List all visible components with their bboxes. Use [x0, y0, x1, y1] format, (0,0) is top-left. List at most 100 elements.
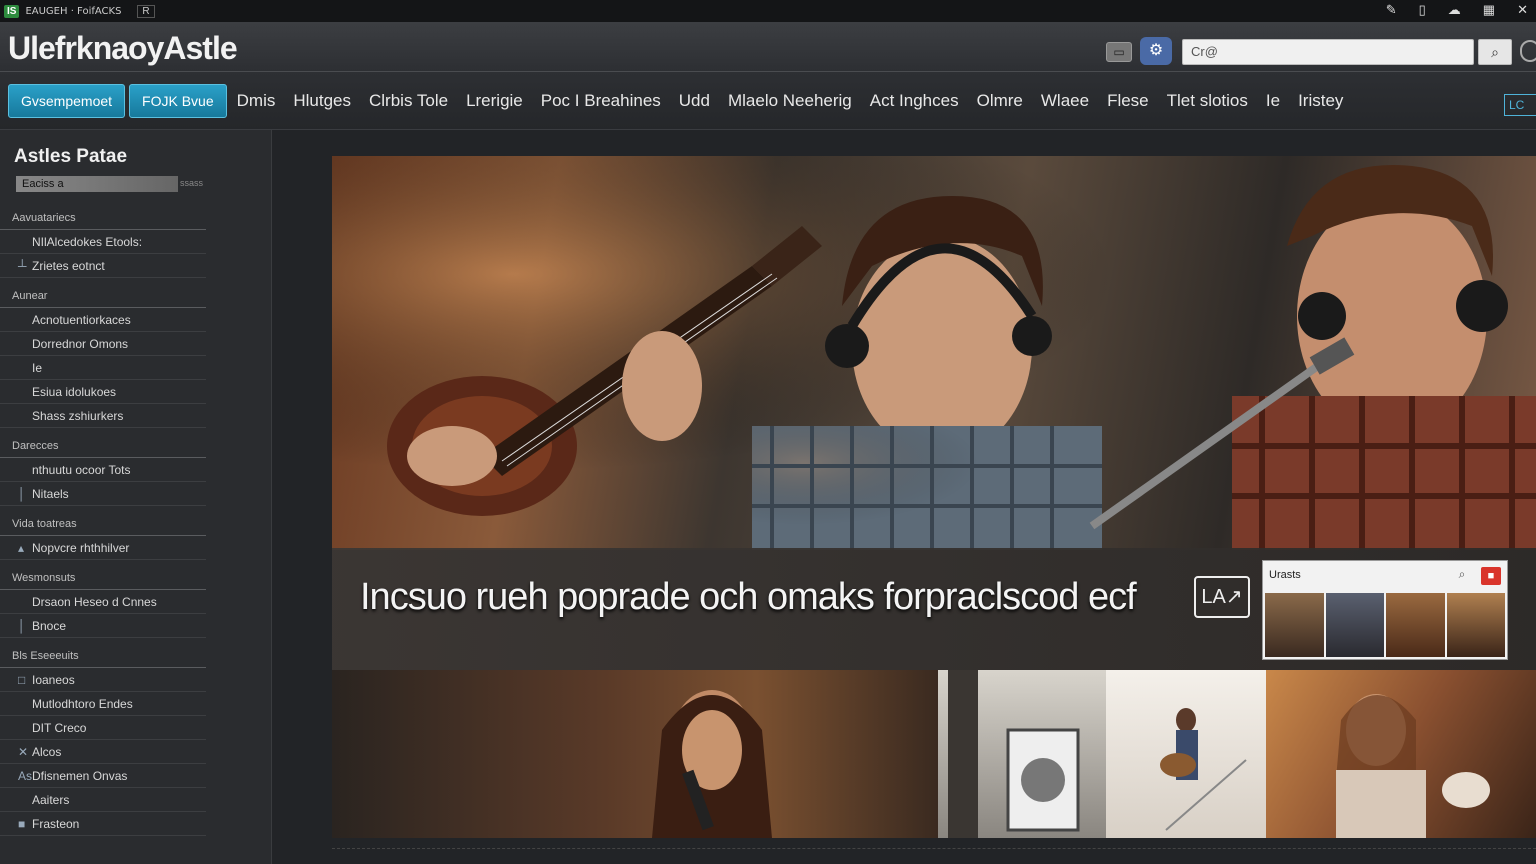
- sidebar-section-header: Darecces: [0, 434, 206, 458]
- sidebar-item[interactable]: Acnotuentiorkaces: [0, 308, 206, 332]
- sidebar-item[interactable]: │ Nitaels: [0, 482, 206, 506]
- nav-links: Dmis Hlutges Clrbis Tole Lrerigie Poc I …: [237, 91, 1362, 111]
- nav-link[interactable]: Flese: [1107, 91, 1149, 111]
- sidebar-item-label: Aunear: [12, 290, 48, 302]
- sidebar-item[interactable]: │ Bnoce: [0, 614, 206, 638]
- site-logo[interactable]: UlefrknaoyAstle: [8, 30, 238, 67]
- sidebar-section-header: Aunear: [0, 284, 206, 308]
- nav-link[interactable]: Mlaelo Neeherig: [728, 91, 852, 111]
- message-icon[interactable]: ▭: [1106, 42, 1132, 62]
- sidebar-item-label: Shass zshiurkers: [32, 409, 124, 423]
- gallery-image[interactable]: [1106, 670, 1266, 838]
- sidebar-filter-input[interactable]: Eaciss a: [16, 176, 178, 192]
- popup-thumbnails: [1265, 593, 1505, 657]
- sidebar-section-header: Wesmonsuts: [0, 566, 206, 590]
- nav-link[interactable]: Olmre: [977, 91, 1023, 111]
- tab-title[interactable]: EAUGEH · FoifACKS: [25, 6, 121, 17]
- sidebar-item[interactable]: NIlAlcedokes Etools:: [0, 230, 206, 254]
- sidebar-item[interactable]: Mutlodhtoro Endes: [0, 692, 206, 716]
- sidebar-item-label: Bnoce: [32, 619, 67, 633]
- sidebar-item-marker-icon: □: [18, 673, 26, 687]
- nav-end-button[interactable]: LC: [1504, 94, 1536, 116]
- app-badge: IS: [4, 4, 20, 18]
- sidebar-item[interactable]: DIT Creco: [0, 716, 206, 740]
- sidebar-item-label: Drsaon Heseo d Cnnes: [32, 595, 157, 609]
- hero-image[interactable]: [332, 156, 1536, 550]
- sidebar-item[interactable]: ┴ Zrietes eotnct: [0, 254, 206, 278]
- artist-popup[interactable]: Urasts ⌕ ■: [1262, 560, 1508, 660]
- sidebar: Astles Patae Eaciss a ssass Aavuatariecs…: [0, 130, 272, 864]
- sidebar-item-label: Alcos: [32, 745, 62, 759]
- chart-icon[interactable]: LA↗: [1194, 576, 1250, 618]
- sidebar-item[interactable]: ▴ Nopvcre rhthhilver: [0, 536, 206, 560]
- window-title-bar: IS EAUGEH · FoifACKS R ✎ ▯ ☁ ▦ ✕: [0, 0, 1536, 22]
- popup-close-button[interactable]: ■: [1481, 567, 1501, 585]
- nav-link[interactable]: Lrerigie: [466, 91, 523, 111]
- sidebar-item[interactable]: Drsaon Heseo d Cnnes: [0, 590, 206, 614]
- search-input[interactable]: Cr@: [1182, 39, 1474, 65]
- sidebar-item-label: Dorrednor Omons: [32, 337, 129, 351]
- cloud-icon[interactable]: ☁: [1448, 2, 1461, 18]
- sidebar-item[interactable]: Shass zshiurkers: [0, 404, 206, 428]
- nav-link[interactable]: Udd: [679, 91, 710, 111]
- lock-icon[interactable]: ▯: [1419, 2, 1426, 18]
- nav-link[interactable]: Hlutges: [293, 91, 351, 111]
- nav-link[interactable]: Tlet slotios: [1167, 91, 1248, 111]
- close-icon[interactable]: ✕: [1517, 2, 1528, 18]
- nav-link[interactable]: Iristey: [1298, 91, 1343, 111]
- main-nav: Gvsempemoet FOJK Bvue Dmis Hlutges Clrbi…: [0, 72, 1536, 130]
- window-controls: ✎ ▯ ☁ ▦ ✕: [1386, 2, 1528, 18]
- sidebar-item-marker-icon: │: [18, 619, 26, 633]
- app-icon[interactable]: ⚙: [1140, 37, 1172, 65]
- nav-primary-button[interactable]: Gvsempemoet: [8, 83, 126, 118]
- guitarist-illustration: [1160, 708, 1247, 831]
- sidebar-item-label: Darecces: [12, 440, 59, 452]
- sidebar-list: Aavuatariecs NIlAlcedokes Etools: ┴ Zrietes…: [0, 206, 260, 836]
- thumbnail[interactable]: [1386, 593, 1445, 657]
- sidebar-item-label: Aavuatariecs: [12, 212, 76, 224]
- sidebar-item-label: Bls Eseeeuits: [12, 650, 79, 662]
- nav-link[interactable]: Ie: [1266, 91, 1280, 111]
- sidebar-title: Astles Patae: [14, 146, 128, 167]
- sidebar-item-label: Mutlodhtoro Endes: [32, 697, 133, 711]
- tab-box[interactable]: R: [137, 4, 155, 18]
- gallery-image[interactable]: [938, 670, 1106, 838]
- grid-icon[interactable]: ▦: [1483, 2, 1495, 18]
- nav-link[interactable]: Clrbis Tole: [369, 91, 448, 111]
- nav-link[interactable]: Act Inghces: [870, 91, 959, 111]
- pen-icon[interactable]: ✎: [1386, 2, 1397, 18]
- thumbnail[interactable]: [1265, 593, 1324, 657]
- hero-illustration: [332, 156, 1536, 550]
- singer-illustration: [652, 690, 772, 838]
- sidebar-item[interactable]: Ie: [0, 356, 206, 380]
- nav-link[interactable]: Dmis: [237, 91, 276, 111]
- sidebar-item-label: Ie: [32, 361, 43, 375]
- sidebar-item-label: Nitaels: [32, 487, 69, 501]
- sidebar-item[interactable]: nthuutu ocoor Tots: [0, 458, 206, 482]
- gallery-image[interactable]: [332, 670, 938, 838]
- nav-secondary-button[interactable]: FOJK Bvue: [129, 83, 227, 118]
- search-button[interactable]: ⌕: [1478, 39, 1512, 65]
- nav-link[interactable]: Poc I Breahines: [541, 91, 661, 111]
- site-header: UlefrknaoyAstle ▭ ⚙ Cr@ ⌕: [0, 22, 1536, 72]
- sidebar-item-label: Frasteon: [32, 817, 80, 831]
- sidebar-item-label: Aaiters: [32, 793, 70, 807]
- sidebar-item[interactable]: AsDfisnemen Onvas: [0, 764, 206, 788]
- thumbnail[interactable]: [1446, 593, 1505, 657]
- sidebar-item-label: Nopvcre rhthhilver: [32, 541, 130, 555]
- nav-link[interactable]: Wlaee: [1041, 91, 1089, 111]
- gallery-image[interactable]: [1266, 670, 1536, 838]
- sidebar-item[interactable]: □ Ioaneos: [0, 668, 206, 692]
- sidebar-section-header: Aavuatariecs: [0, 206, 206, 230]
- search-icon[interactable]: ⌕: [1453, 567, 1471, 585]
- sidebar-item[interactable]: Dorrednor Omons: [0, 332, 206, 356]
- performer-illustration: [1336, 694, 1490, 838]
- sidebar-item[interactable]: Esiua idolukoes: [0, 380, 206, 404]
- sidebar-item[interactable]: Aaiters: [0, 788, 206, 812]
- thumbnail[interactable]: [1325, 593, 1384, 657]
- sidebar-item[interactable]: ■ Frasteon: [0, 812, 206, 836]
- profile-icon[interactable]: [1520, 40, 1536, 62]
- sidebar-item-label: Acnotuentiorkaces: [32, 313, 131, 327]
- sidebar-item[interactable]: ✕ Alcos: [0, 740, 206, 764]
- sidebar-section-header: Vida toatreas: [0, 512, 206, 536]
